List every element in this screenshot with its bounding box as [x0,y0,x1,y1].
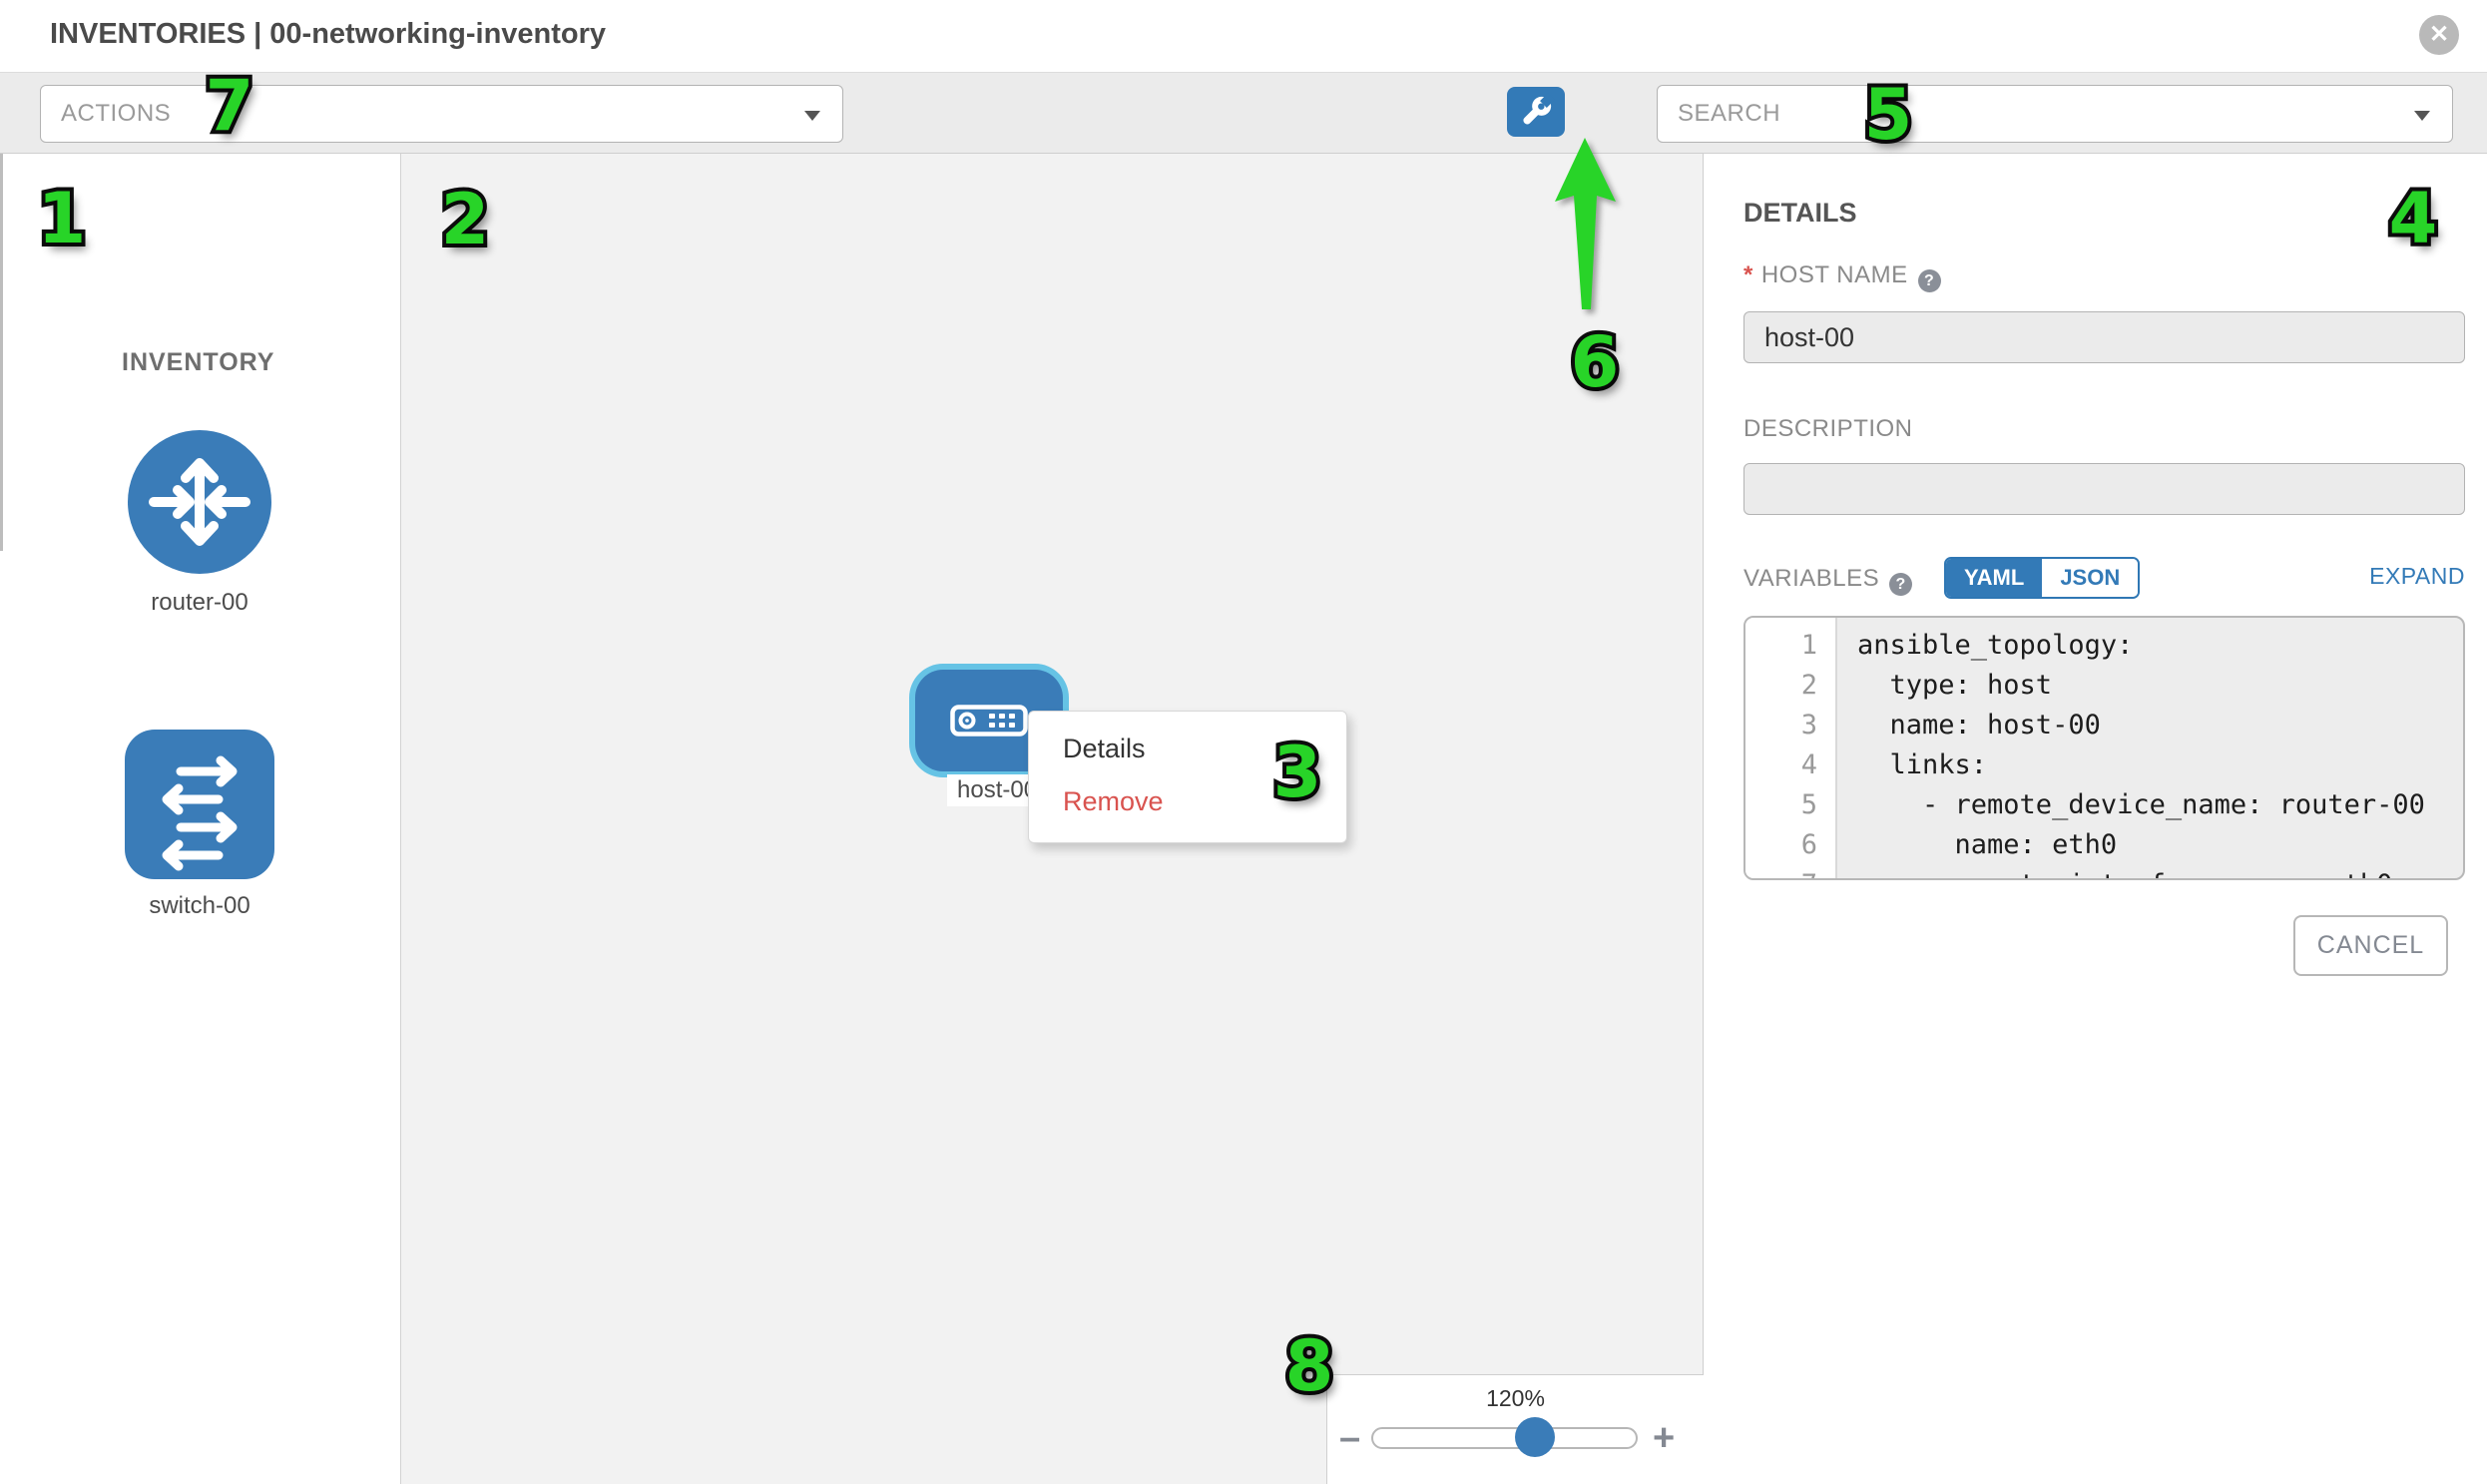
details-panel: DETAILS * HOST NAME? DESCRIPTION VARIABLE… [1704,154,2487,1484]
code-line: 6 name: eth0 [1745,825,2463,865]
header-bar: INVENTORIES | 00-networking-inventory ✕ [0,0,2487,72]
code-line: 2 type: host [1745,666,2463,706]
chevron-down-icon [2414,111,2430,121]
chevron-down-icon [804,111,820,121]
code-line: 4 links: [1745,745,2463,785]
host-icon [950,705,1028,737]
host-name-label: HOST NAME [1761,261,1908,288]
details-panel-title: DETAILS [1743,198,1857,229]
context-menu: Details Remove [1028,711,1347,843]
tab-yaml[interactable]: YAML [1946,559,2042,597]
actions-dropdown-label: ACTIONS [61,100,171,128]
switch-icon [125,730,274,879]
zoom-slider-track[interactable] [1371,1427,1638,1449]
help-icon[interactable]: ? [1889,573,1912,596]
required-asterisk: * [1743,261,1753,288]
wrench-icon [1507,87,1565,137]
page-title: INVENTORIES | 00-networking-inventory [50,18,606,51]
actions-dropdown[interactable]: ACTIONS [40,85,843,143]
tab-json[interactable]: JSON [2042,559,2138,597]
inventory-sidebar: INVENTORY router-00 [0,154,401,1484]
code-line: 3 name: host-00 [1745,706,2463,745]
context-menu-item-remove[interactable]: Remove [1063,786,1164,817]
context-menu-item-details[interactable]: Details [1063,734,1146,764]
description-input[interactable] [1743,463,2465,515]
code-line: 5 - remote_device_name: router-00 [1745,785,2463,825]
variables-code-editor[interactable]: 1ansible_topology: 2 type: host 3 name: … [1743,616,2465,880]
search-dropdown[interactable]: SEARCH [1657,85,2453,143]
palette-item-label: switch-00 [125,892,274,920]
variables-format-toggle: YAML JSON [1944,557,2140,599]
tools-button[interactable] [1507,87,1565,137]
palette-item-label: router-00 [126,589,273,617]
sidebar-edge-divider [0,154,3,551]
code-lines: 1ansible_topology: 2 type: host 3 name: … [1745,626,2463,880]
inventory-title: INVENTORY [122,348,274,377]
variables-label: VARIABLES [1743,565,1879,592]
zoom-control-panel: 120% – + [1326,1374,1704,1484]
router-icon [126,428,273,576]
variables-label-row: VARIABLES? [1743,565,1912,596]
zoom-out-button[interactable]: – [1339,1419,1360,1457]
palette-item-switch[interactable]: switch-00 [125,730,274,920]
zoom-slider-handle[interactable] [1515,1417,1555,1457]
code-line: 7 remote_interface_name: eth0 [1745,865,2463,880]
help-icon[interactable]: ? [1918,269,1941,292]
close-icon[interactable]: ✕ [2419,15,2459,55]
code-line: 1ansible_topology: [1745,626,2463,666]
toolbar: ACTIONS [0,72,2487,154]
cancel-button[interactable]: CANCEL [2293,915,2448,976]
zoom-percent-value: 120% [1327,1385,1704,1412]
host-name-input[interactable] [1743,311,2465,363]
zoom-in-button[interactable]: + [1653,1419,1675,1457]
topology-canvas[interactable]: host-00 Details Remove 120% – + [401,154,1704,1484]
expand-link[interactable]: EXPAND [2369,563,2465,590]
description-label: DESCRIPTION [1743,415,1913,443]
app-window: INVENTORIES | 00-networking-inventory ✕ … [0,0,2487,1484]
palette-item-router[interactable]: router-00 [126,428,273,617]
search-placeholder: SEARCH [1678,100,1780,128]
host-name-label-row: * HOST NAME? [1743,261,1941,292]
